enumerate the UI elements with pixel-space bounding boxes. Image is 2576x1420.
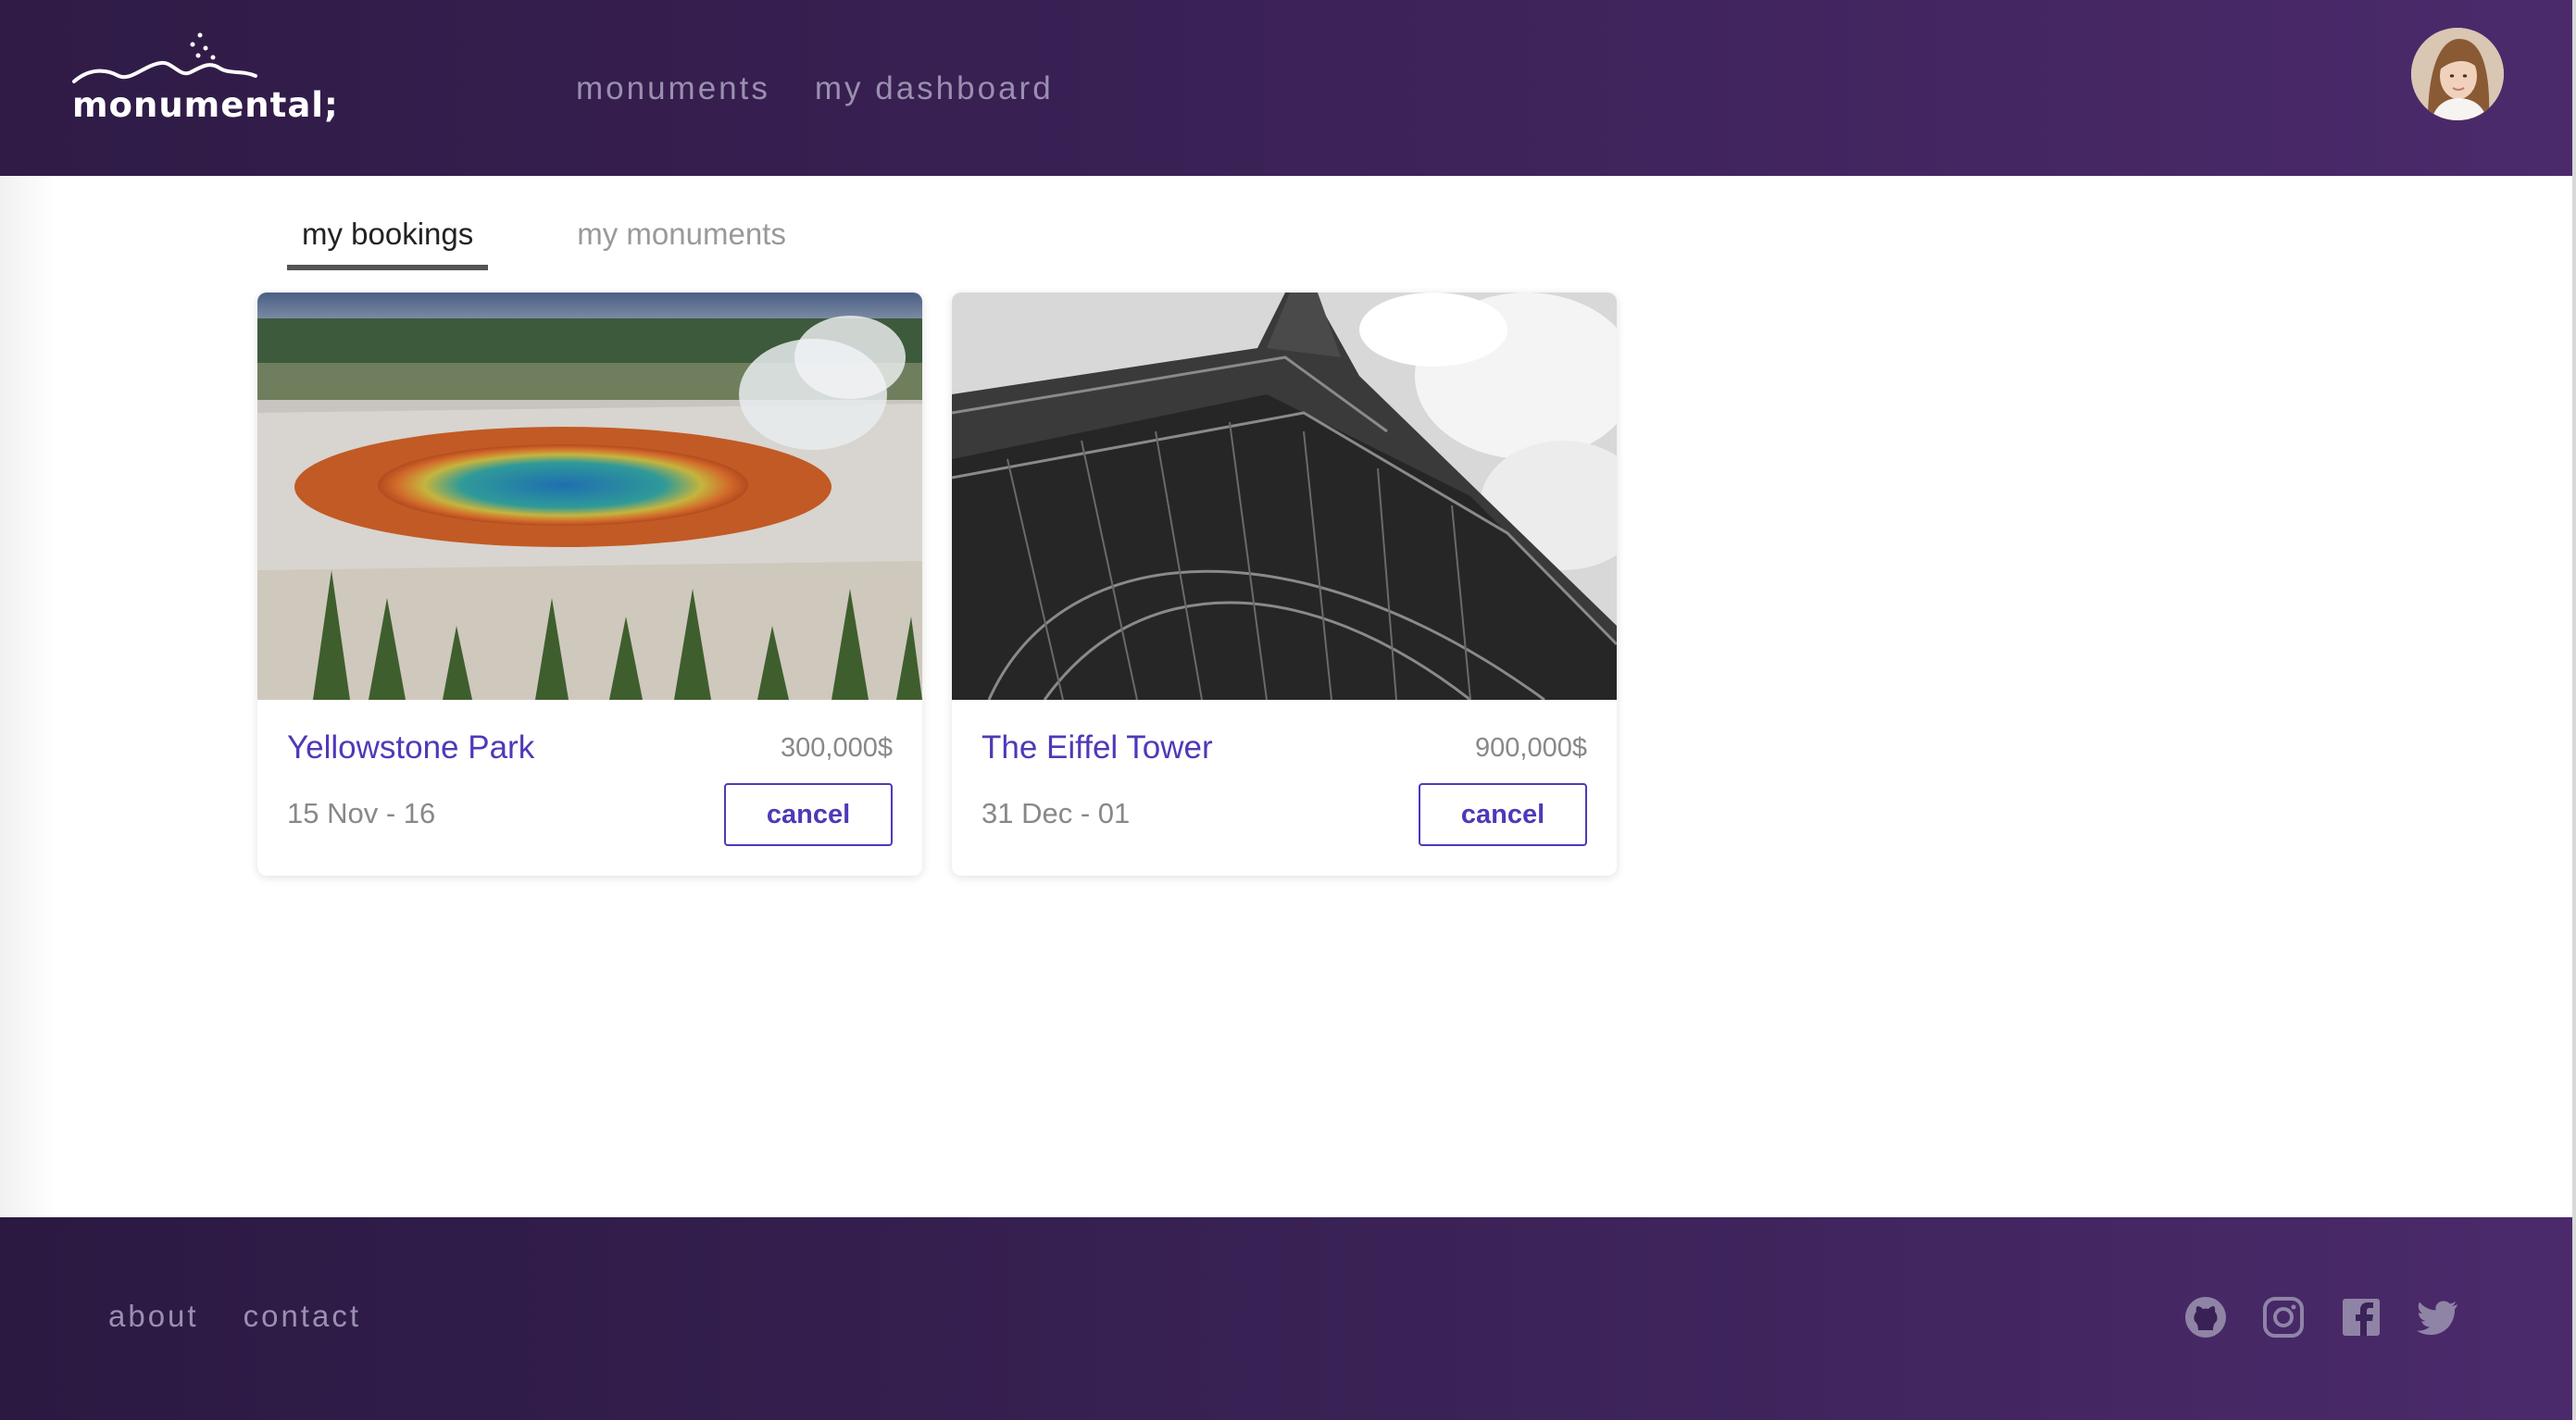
main-nav: monuments my dashboard (576, 70, 1054, 107)
booking-dates: 31 Dec - 01 (982, 797, 1131, 829)
facebook-icon[interactable] (2339, 1295, 2383, 1339)
logo-text: monumental; (72, 85, 339, 125)
footer-link-about[interactable]: about (108, 1299, 199, 1334)
booking-price: 300,000$ (781, 733, 893, 763)
tab-my-monuments[interactable]: my monuments (562, 213, 801, 270)
booking-title[interactable]: The Eiffel Tower (982, 729, 1213, 766)
cancel-button[interactable]: cancel (724, 783, 893, 846)
page-left-shade (0, 176, 56, 1217)
footer-link-contact[interactable]: contact (244, 1299, 361, 1334)
window-right-edge (2572, 0, 2576, 1420)
social-links (2183, 1295, 2461, 1339)
cancel-button[interactable]: cancel (1419, 783, 1587, 846)
booking-card[interactable]: The Eiffel Tower 900,000$ 31 Dec - 01 ca… (952, 293, 1617, 876)
instagram-icon[interactable] (2261, 1295, 2306, 1339)
footer-links: about contact (108, 1299, 361, 1334)
yellowstone-image (257, 293, 922, 700)
booking-dates: 15 Nov - 16 (287, 797, 436, 829)
bookings-list: Yellowstone Park 300,000$ 15 Nov - 16 ca… (257, 293, 1617, 876)
booking-price: 900,000$ (1475, 733, 1587, 763)
dashboard-tabs: my bookings my monuments (287, 213, 801, 270)
github-icon[interactable] (2183, 1295, 2228, 1339)
eiffel-tower-image (952, 293, 1617, 700)
logo[interactable]: monumental; (70, 28, 338, 125)
avatar[interactable] (2411, 28, 2504, 120)
logo-wave-icon (72, 32, 257, 83)
avatar-portrait-icon (2411, 28, 2504, 120)
booking-title[interactable]: Yellowstone Park (287, 729, 534, 766)
footer: about contact (0, 1217, 2572, 1420)
booking-card[interactable]: Yellowstone Park 300,000$ 15 Nov - 16 ca… (257, 293, 922, 876)
top-header: monumental; monuments my dashboard (0, 0, 2572, 176)
nav-my-dashboard[interactable]: my dashboard (815, 70, 1054, 107)
twitter-icon[interactable] (2417, 1295, 2461, 1339)
nav-monuments[interactable]: monuments (576, 70, 770, 107)
tab-my-bookings[interactable]: my bookings (287, 213, 489, 270)
